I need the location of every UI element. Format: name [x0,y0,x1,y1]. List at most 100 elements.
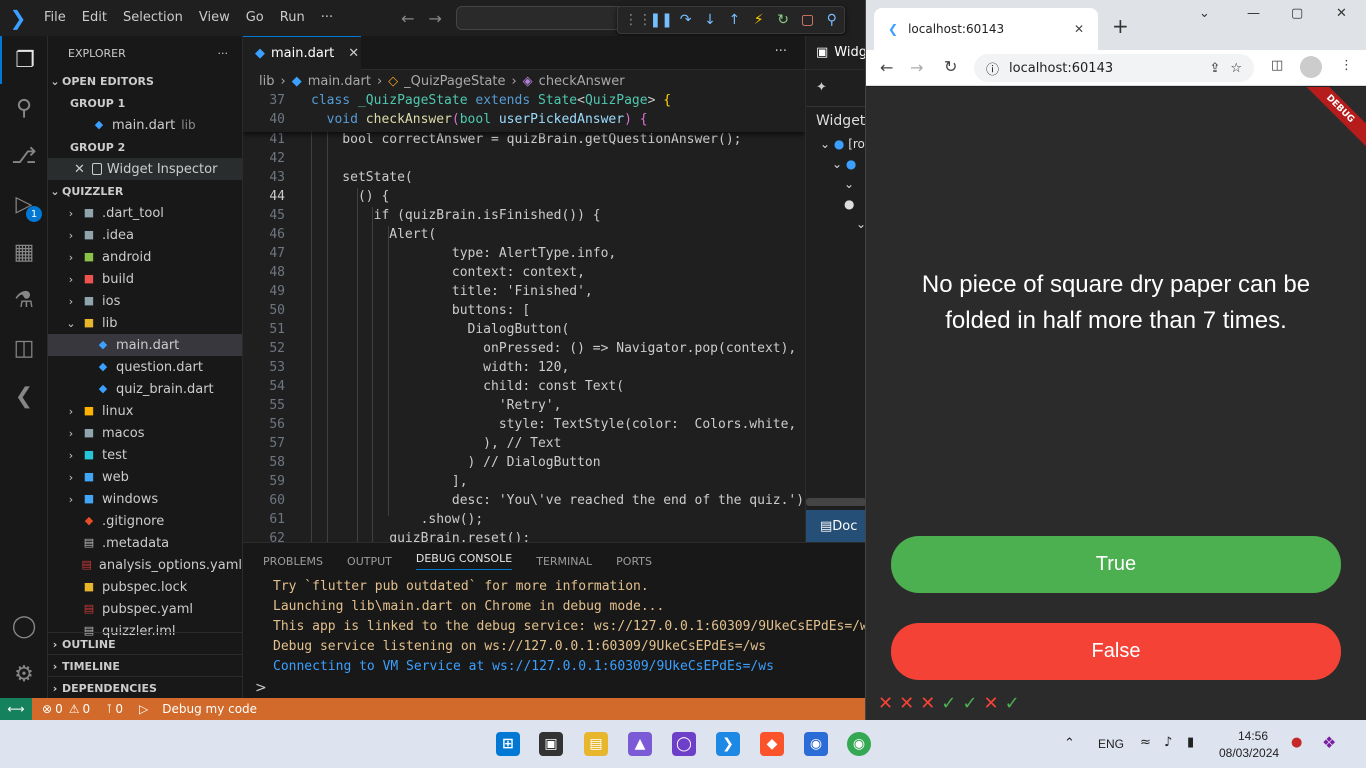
close-tab-icon[interactable]: ✕ [348,46,359,61]
ports-icon[interactable]: ⊺ [106,702,112,716]
tree-item[interactable]: ■ pubspec.lock [48,576,242,598]
volume-icon[interactable]: ♪ [1164,735,1172,750]
horizontal-scrollbar[interactable] [806,498,865,506]
tab-terminal[interactable]: TERMINAL [536,555,592,568]
tab-search-icon[interactable]: ⌄ [1199,6,1210,21]
clock-time[interactable]: 14:56 [1238,729,1268,743]
chrome-menu-icon[interactable]: ⋮ [1340,58,1353,73]
explorer-more-icon[interactable]: ··· [218,47,229,60]
tree-item[interactable]: ▤ analysis_options.yaml [48,554,242,576]
tab-debug-console[interactable]: DEBUG CONSOLE [415,552,513,570]
start-windows-icon[interactable]: ⊞ [496,732,520,756]
group1-header[interactable]: GROUP 1 [48,92,242,114]
breadcrumb-lib[interactable]: lib [259,74,274,89]
back-arrow-icon[interactable]: ← [401,9,414,28]
restart-icon[interactable]: ↻ [771,12,795,28]
tab-problems[interactable]: PROBLEMS [263,555,323,568]
source-control-icon[interactable]: ⎇ [0,132,48,180]
vscode-taskbar-icon[interactable]: ❯ [716,732,740,756]
tree-item[interactable]: ⌄ ■ lib [48,312,242,334]
wifi-icon[interactable]: ≈ [1140,735,1151,750]
debug-icon[interactable]: ▷ [139,702,148,716]
clock-date[interactable]: 08/03/2024 [1219,746,1279,760]
sticky-scroll[interactable]: 37 class _QuizPageState extends State<Qu… [243,92,805,132]
tree-item[interactable]: › ■ android [48,246,242,268]
tree-item[interactable]: › ■ build [48,268,242,290]
sidepanel-icon[interactable]: ◫ [1271,58,1283,73]
inspector-tab[interactable]: ▣ Widg [806,36,865,70]
menu-file[interactable]: File [36,0,74,36]
step-over-icon[interactable]: ↷ [673,12,697,28]
inspect-icon[interactable]: ⚲ [820,12,844,28]
close-window-icon[interactable]: ✕ [1336,6,1347,21]
chrome-taskbar-icon[interactable]: ◉ [847,732,871,756]
tree-item[interactable]: ◆ main.dart [48,334,242,356]
account-icon[interactable]: ◯ [0,602,48,650]
errors-icon[interactable]: ⊗ [42,702,52,716]
language-indicator[interactable]: ENG [1098,737,1124,751]
breadcrumb-file[interactable]: main.dart [308,74,371,89]
dependencies-section[interactable]: › DEPENDENCIES [48,676,243,699]
tree-item[interactable]: › ■ .dart_tool [48,202,242,224]
file-explorer-icon[interactable]: ▤ [584,732,608,756]
close-icon[interactable]: ✕ [74,162,85,177]
outline-section[interactable]: › OUTLINE [48,632,243,655]
remote-icon[interactable]: ⟷ [0,698,32,720]
docs-button[interactable]: ▤ Doc [806,510,865,542]
copilot-icon[interactable]: ❖ [1322,733,1336,752]
address-bar[interactable]: ⓘ localhost:60143 ⇪ ☆ [974,54,1254,82]
firefox-icon[interactable]: ◉ [804,732,828,756]
menu-view[interactable]: View [191,0,238,36]
flutter-icon[interactable]: ❮ [0,372,48,420]
tab-output[interactable]: OUTPUT [347,555,392,568]
menu-run[interactable]: Run [272,0,313,36]
open-editor-widget-inspector[interactable]: ✕ Widget Inspector [48,158,242,180]
menu-more[interactable]: ··· [313,0,341,36]
tab-main-dart[interactable]: ◆ main.dart ✕ [243,36,361,70]
true-button[interactable]: True [891,536,1341,593]
stop-icon[interactable]: ▢ [795,12,819,28]
tab-ports[interactable]: PORTS [616,555,652,568]
project-header[interactable]: ⌄ QUIZZLER [48,180,242,202]
minimize-icon[interactable]: — [1247,6,1260,21]
breadcrumb-method[interactable]: checkAnswer [539,74,625,89]
task-view-icon[interactable]: ▣ [539,732,563,756]
github-desktop-icon[interactable]: ◯ [672,732,696,756]
extensions-icon[interactable]: ▦ [0,228,48,276]
menu-selection[interactable]: Selection [115,0,191,36]
console-prompt[interactable]: > [255,680,267,696]
maximize-icon[interactable]: ▢ [1291,6,1303,21]
menu-edit[interactable]: Edit [74,0,115,36]
warnings-count[interactable]: 0 [82,702,90,716]
reload-icon[interactable]: ↻ [944,57,957,76]
editor-more-icon[interactable]: ··· [775,44,787,59]
share-icon[interactable]: ⇪ [1209,61,1220,76]
widget-tree[interactable]: ⌄ ● [ro ⌄ ● ⌄ ● ⌄ [806,134,865,234]
group2-header[interactable]: GROUP 2 [48,136,242,158]
code-editor[interactable]: 37 class _QuizPageState extends State<Qu… [243,92,805,542]
step-out-icon[interactable]: ↑ [722,12,746,28]
open-editors-header[interactable]: ⌄ OPEN EDITORS [48,70,242,92]
errors-count[interactable]: 0 [55,702,63,716]
tray-chevron-icon[interactable]: ⌃ [1064,736,1075,751]
timeline-section[interactable]: › TIMELINE [48,654,243,677]
profile-avatar[interactable] [1300,56,1322,78]
tree-item[interactable]: › ■ linux [48,400,242,422]
notification-bell-icon[interactable]: ● [1291,735,1302,750]
ports-count[interactable]: 0 [115,702,123,716]
menu-go[interactable]: Go [238,0,272,36]
info-icon[interactable]: ⓘ [986,59,999,78]
open-editor-main-dart[interactable]: ◆ main.dart lib [48,114,242,136]
debug-config[interactable]: Debug my code [162,702,257,716]
command-center[interactable] [455,6,631,30]
browser-tab[interactable]: ❮ localhost:60143 ✕ [874,8,1098,50]
false-button[interactable]: False [891,623,1341,680]
tree-item[interactable]: › ■ test [48,444,242,466]
drag-handle-icon[interactable]: ⋮⋮ [624,12,652,28]
tree-item[interactable]: › ■ ios [48,290,242,312]
tree-item[interactable]: ◆ quiz_brain.dart [48,378,242,400]
close-tab-icon[interactable]: ✕ [1074,22,1084,36]
testing-icon[interactable]: ⚗ [0,276,48,324]
remote-explorer-icon[interactable]: ◫ [0,324,48,372]
search-icon[interactable]: ⚲ [0,84,48,132]
